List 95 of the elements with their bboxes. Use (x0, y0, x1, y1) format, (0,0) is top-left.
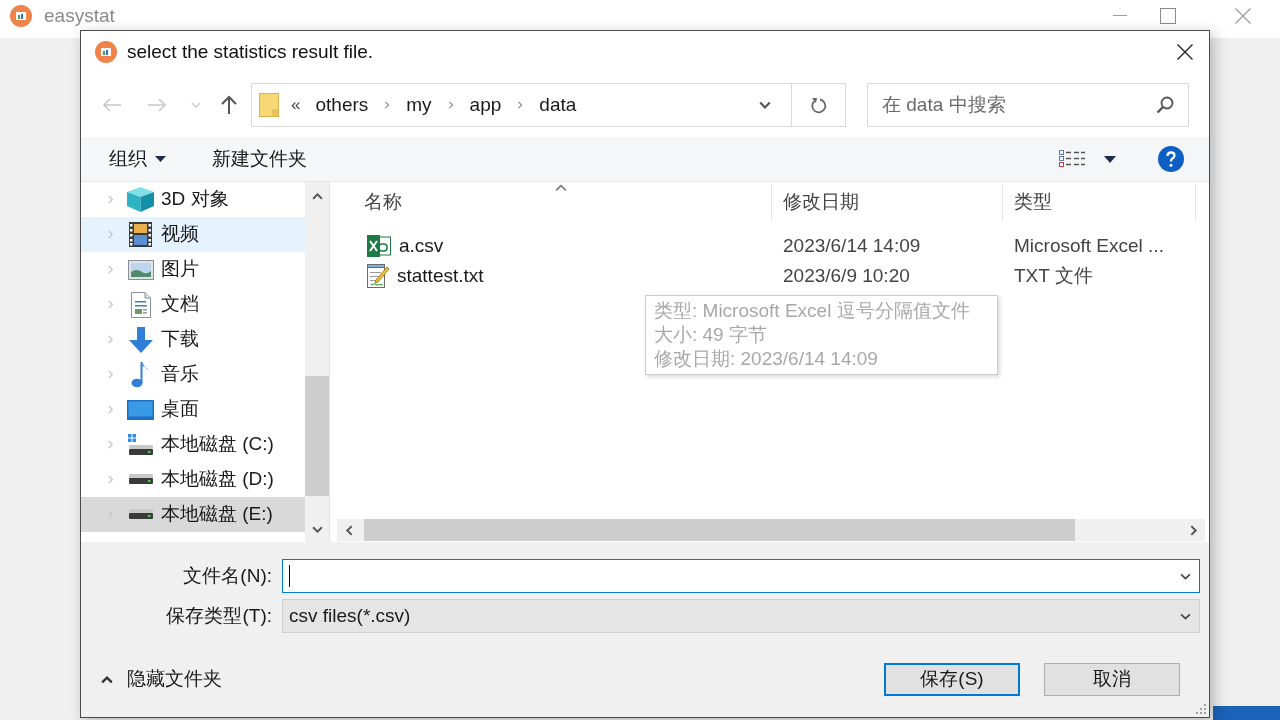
picture-icon (127, 259, 154, 280)
refresh-icon (810, 96, 827, 114)
document-icon (130, 291, 151, 318)
app-title: easystat (44, 3, 115, 28)
cube-icon (127, 187, 154, 212)
nav-item[interactable]: 本地磁盘 (D:) (81, 462, 305, 497)
scrollbar-thumb[interactable] (364, 519, 1075, 541)
notepad-file-icon (367, 264, 389, 288)
column-header[interactable]: 修改日期 (772, 184, 1003, 221)
caret-down-icon (1104, 155, 1116, 163)
folder-icon (259, 93, 279, 117)
search-field[interactable]: 在 data 中搜索 (867, 83, 1189, 127)
vertical-scrollbar[interactable] (305, 182, 329, 542)
file-type: TXT 文件 (1013, 263, 1094, 288)
chevron-up-icon (311, 190, 323, 202)
close-icon (1235, 8, 1251, 24)
drive-icon (127, 433, 154, 456)
tooltip-line: 大小: 49 字节 (654, 323, 768, 347)
dialog-button[interactable]: 取消 (1044, 663, 1180, 696)
breadcrumb-item[interactable]: data (539, 90, 577, 120)
organize-button[interactable]: 组织 (109, 144, 166, 174)
monitor-icon (127, 399, 154, 420)
chevron-right-icon (106, 335, 115, 344)
file-type-select[interactable]: csv files(*.csv) (282, 599, 1200, 633)
close-icon (1177, 44, 1193, 60)
chevron-up-icon (101, 673, 113, 686)
horizontal-scrollbar[interactable] (337, 519, 1205, 541)
chevron-right-icon (106, 370, 115, 379)
nav-item[interactable]: 音乐 (81, 357, 305, 392)
drive-icon (127, 474, 154, 485)
film-icon (129, 222, 152, 247)
breadcrumb-item[interactable]: others (315, 90, 369, 120)
minimize-icon (1113, 15, 1127, 17)
file-type-label: 保存类型(T): (165, 603, 272, 628)
nav-item[interactable]: 3D 对象 (81, 182, 305, 217)
tooltip-line: 修改日期: 2023/6/14 14:09 (654, 347, 879, 371)
nav-item[interactable]: 文档 (81, 287, 305, 322)
help-icon (1158, 146, 1184, 172)
search-input[interactable]: 在 data 中搜索 (882, 90, 1156, 120)
nav-item[interactable]: 视频 (81, 217, 305, 252)
chevron-right-icon (106, 475, 115, 484)
dialog-button[interactable]: 保存(S) (884, 663, 1020, 696)
date-modified: 2023/6/14 14:09 (782, 233, 922, 258)
text-cursor (289, 565, 290, 587)
up-arrow-icon (220, 95, 238, 115)
scrollbar-thumb[interactable] (305, 376, 329, 496)
chevron-right-icon (106, 195, 115, 204)
sort-caret-icon (555, 182, 567, 194)
tooltip-line: 类型: Microsoft Excel 逗号分隔值文件 (654, 299, 971, 323)
breadcrumb-item[interactable]: my (406, 90, 432, 120)
chevron-right-icon (106, 265, 115, 274)
spreadsheet-file-icon (367, 235, 391, 257)
nav-item[interactable]: 下载 (81, 322, 305, 357)
app-icon (10, 5, 32, 27)
file-name[interactable]: a.csv (399, 231, 444, 261)
drive-icon (127, 509, 154, 520)
chevron-right-icon (106, 300, 115, 309)
caret-down-icon (155, 156, 166, 162)
dialog-app-icon (95, 41, 117, 63)
column-header[interactable]: 类型 (1003, 184, 1196, 221)
help-button[interactable] (1158, 146, 1184, 172)
chevron-left-icon (343, 524, 355, 536)
new-folder-button[interactable]: 新建文件夹 (212, 144, 307, 174)
chevron-right-icon (106, 405, 115, 414)
back-arrow-icon (102, 97, 122, 113)
file-type: Microsoft Excel ... (1013, 233, 1165, 258)
maximize-icon (1160, 8, 1176, 24)
dialog-title: select the statistics result file. (127, 39, 374, 64)
date-modified: 2023/6/9 10:20 (782, 263, 911, 288)
taskbar (1213, 706, 1280, 720)
resize-grip-icon (1196, 704, 1206, 714)
file-name-label: 文件名(N): (182, 563, 272, 588)
chevron-down-icon (759, 99, 771, 111)
file-name[interactable]: stattest.txt (397, 261, 484, 291)
column-header[interactable]: 名称 (333, 184, 772, 221)
chevron-right-icon (106, 230, 115, 239)
down-arrow-icon (127, 326, 154, 353)
chevron-down-icon (191, 102, 201, 108)
chevron-right-icon (106, 440, 115, 449)
nav-item[interactable]: 桌面 (81, 392, 305, 427)
breadcrumb-item[interactable]: app (469, 90, 502, 120)
hide-folders-button[interactable]: 隐藏文件夹 (101, 665, 222, 694)
overflow-marker[interactable]: « (291, 92, 301, 118)
nav-item[interactable]: 本地磁盘 (E:) (81, 497, 305, 532)
chevron-right-icon (446, 101, 455, 109)
forward-arrow-icon (147, 97, 167, 113)
chevron-right-icon (383, 101, 392, 109)
nav-item[interactable]: 本地磁盘 (C:) (81, 427, 305, 462)
view-options-button[interactable] (1059, 150, 1116, 168)
details-view-icon (1059, 150, 1085, 168)
address-bar[interactable]: « others my app data (251, 83, 846, 127)
file-name-field[interactable] (282, 559, 1200, 593)
search-icon (1156, 96, 1174, 114)
nav-item[interactable]: 图片 (81, 252, 305, 287)
chevron-right-icon (516, 101, 525, 109)
